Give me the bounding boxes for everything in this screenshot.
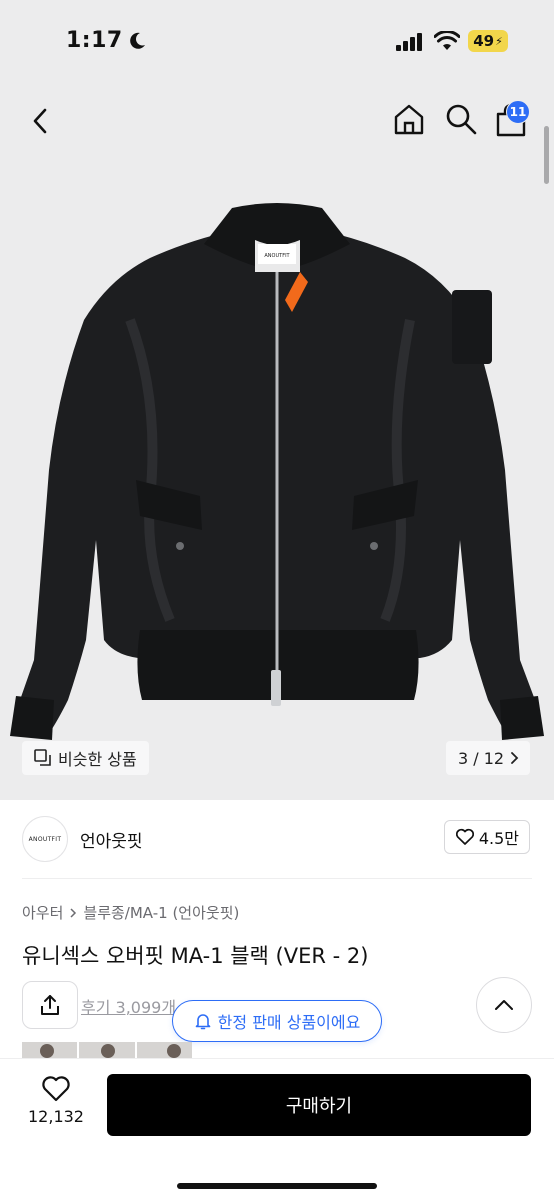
review-thumbnail[interactable] [136, 1042, 192, 1058]
brand-name[interactable]: 언아웃핏 [80, 827, 143, 852]
search-icon[interactable] [444, 102, 478, 136]
bell-icon [195, 1014, 210, 1030]
product-photo: ANOUTFIT [10, 203, 544, 740]
share-icon [41, 995, 59, 1015]
battery-level: 49 [473, 32, 495, 50]
share-button[interactable] [22, 981, 78, 1029]
review-thumbnail[interactable] [22, 1042, 78, 1058]
cart-count-badge: 11 [506, 100, 530, 124]
jacket-tag-text: ANOUTFIT [264, 253, 290, 259]
back-icon[interactable] [26, 104, 56, 138]
status-time-group: 1:17 [66, 28, 147, 53]
bolt-icon: ⚡ [495, 34, 503, 48]
reviews-link[interactable]: 후기 3,099개 [81, 994, 176, 1018]
heart-icon [455, 828, 474, 845]
bottom-action-bar: 12,132 구매하기 [0, 1058, 554, 1200]
status-bar: 1:17 49 ⚡ [0, 0, 554, 86]
buy-button[interactable]: 구매하기 [107, 1074, 531, 1136]
chevron-right-icon [511, 752, 519, 764]
chevron-up-icon [495, 1000, 513, 1010]
brand-row[interactable]: ANOUTFIT 언아웃핏 4.5만 [22, 814, 532, 864]
scroll-to-top-button[interactable] [476, 977, 532, 1033]
breadcrumb: 아우터 블루종/MA-1 (언아웃핏) [22, 902, 239, 923]
home-indicator [177, 1183, 377, 1189]
wifi-icon [434, 31, 460, 50]
brand-logo[interactable]: ANOUTFIT [22, 816, 68, 862]
page-indicator-label: 3 / 12 [458, 748, 505, 768]
brand-like-count: 4.5만 [478, 829, 519, 848]
wishlist-count: 12,132 [28, 1107, 84, 1126]
image-page-indicator[interactable]: 3 / 12 [446, 741, 531, 775]
home-icon[interactable] [392, 102, 426, 136]
product-title: 유니섹스 오버핏 MA-1 블랙 (VER - 2) [22, 944, 369, 968]
battery-indicator: 49 ⚡ [468, 30, 508, 52]
similar-icon [34, 749, 51, 766]
heart-icon [42, 1076, 70, 1102]
chevron-right-icon [70, 907, 77, 918]
review-thumbnails[interactable] [22, 1042, 192, 1058]
brand-like-button[interactable]: 4.5만 [443, 820, 530, 854]
review-thumbnail[interactable] [79, 1042, 135, 1058]
moon-icon [129, 32, 145, 49]
limited-sale-label: 한정 판매 상품이에요 [217, 1013, 361, 1032]
similar-products-label: 비슷한 상품 [58, 750, 137, 769]
signal-icon [396, 33, 422, 51]
similar-products-button[interactable]: 비슷한 상품 [22, 741, 149, 775]
divider [22, 878, 532, 879]
product-image-gallery[interactable]: 1:17 49 ⚡ 11 ANOUTFIT 비슷한 상품 3 / 12 [0, 0, 554, 800]
status-time: 1:17 [66, 28, 123, 53]
wishlist-button[interactable]: 12,132 [20, 1075, 92, 1139]
breadcrumb-category[interactable]: 아우터 [22, 902, 63, 923]
scrollbar[interactable] [544, 126, 549, 184]
breadcrumb-subcategory[interactable]: 블루종/MA-1 (언아웃핏) [83, 902, 239, 923]
limited-sale-badge: 한정 판매 상품이에요 [172, 1000, 382, 1042]
